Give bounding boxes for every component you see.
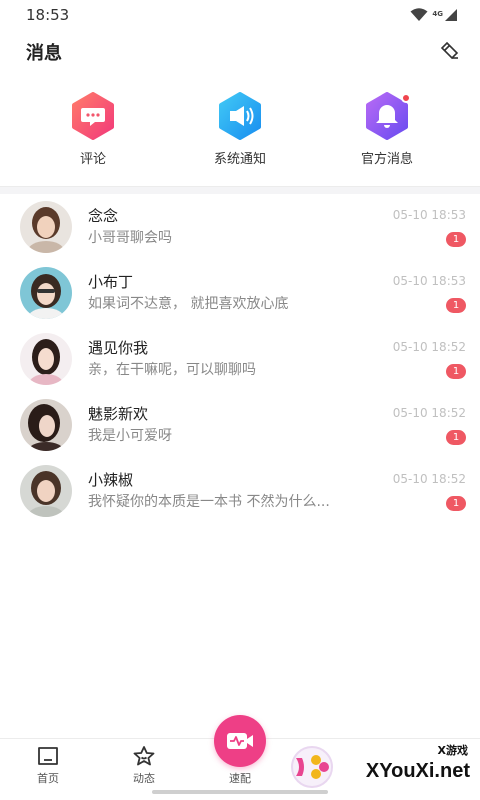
contact-name: 小布丁 [88, 273, 134, 291]
unread-dot [401, 93, 411, 103]
page-header: 消息 [0, 30, 480, 74]
quick-action-label: 评论 [79, 152, 106, 167]
quick-action-official-messages[interactable]: 官方消息 [322, 92, 452, 178]
message-row[interactable]: 小布丁 如果词不达意， 就把喜欢放心底 05-10 18:53 1 [0, 260, 480, 326]
quick-actions: 评论 系统通知 官方消息 [0, 74, 480, 178]
message-preview: 我怀疑你的本质是一本书 不然为什么... [88, 494, 330, 510]
message-time: 05-10 18:53 [392, 273, 466, 288]
avatar[interactable] [20, 333, 72, 385]
message-row[interactable]: 遇见你我 亲，在干嘛呢，可以聊聊吗 05-10 18:52 1 [0, 326, 480, 392]
speaker-icon [216, 92, 264, 140]
section-divider [0, 186, 480, 194]
page-title: 消息 [26, 43, 62, 64]
wifi-icon [410, 8, 428, 21]
message-row[interactable]: 念念 小哥哥聊会吗 05-10 18:53 1 [0, 194, 480, 260]
unread-badge: 1 [446, 495, 466, 511]
message-body: 念念 小哥哥聊会吗 [88, 205, 386, 249]
watermark-small-text: X游戏 [437, 744, 468, 757]
message-meta: 05-10 18:52 1 [386, 326, 466, 392]
unread-badge: 1 [446, 429, 466, 445]
avatar[interactable] [20, 267, 72, 319]
home-icon [38, 747, 58, 765]
gamepad-logo-icon [291, 746, 333, 788]
message-row[interactable]: 魅影新欢 我是小可爱呀 05-10 18:52 1 [0, 392, 480, 458]
message-meta: 05-10 18:52 1 [386, 458, 466, 524]
message-time: 05-10 18:52 [392, 405, 466, 420]
unread-badge: 1 [446, 363, 466, 379]
bell-icon [363, 92, 411, 140]
message-body: 小布丁 如果词不达意， 就把喜欢放心底 [88, 271, 386, 315]
avatar[interactable] [20, 201, 72, 253]
contact-name: 小辣椒 [88, 471, 134, 489]
unread-badge: 1 [446, 231, 466, 247]
comment-icon [69, 92, 117, 140]
message-preview: 我是小可爱呀 [88, 428, 172, 444]
network-type-label: 4G [432, 10, 443, 18]
quick-action-label: 系统通知 [213, 152, 266, 167]
tab-label: 速配 [229, 772, 251, 785]
message-preview: 亲，在干嘛呢，可以聊聊吗 [88, 362, 256, 378]
message-body: 小辣椒 我怀疑你的本质是一本书 不然为什么... [88, 469, 386, 513]
message-meta: 05-10 18:52 1 [386, 392, 466, 458]
message-time: 05-10 18:52 [392, 471, 466, 486]
message-list: 念念 小哥哥聊会吗 05-10 18:53 1 小布丁 如果词不达意， 就把喜欢… [0, 194, 480, 524]
tab-label: 动态 [133, 772, 155, 785]
contact-name: 魅影新欢 [88, 405, 149, 423]
message-row[interactable]: 小辣椒 我怀疑你的本质是一本书 不然为什么... 05-10 18:52 1 [0, 458, 480, 524]
status-bar: 18:53 4G [0, 0, 480, 30]
quick-action-label: 官方消息 [360, 152, 413, 167]
quick-action-system-notice[interactable]: 系统通知 [175, 92, 305, 178]
signal-icon [445, 9, 457, 21]
message-body: 魅影新欢 我是小可爱呀 [88, 403, 386, 447]
watermark-site-text: XYouXi.net [365, 760, 470, 782]
message-meta: 05-10 18:53 1 [386, 194, 466, 260]
message-preview: 如果词不达意， 就把喜欢放心底 [88, 296, 289, 312]
contact-name: 念念 [88, 207, 119, 225]
message-time: 05-10 18:53 [392, 207, 466, 222]
unread-badge: 1 [446, 297, 466, 313]
video-match-icon[interactable] [214, 715, 266, 767]
quick-action-comments[interactable]: 评论 [28, 92, 158, 178]
contact-name: 遇见你我 [88, 339, 149, 357]
avatar[interactable] [20, 399, 72, 451]
home-indicator [152, 790, 328, 794]
tab-label: 首页 [37, 772, 59, 785]
message-body: 遇见你我 亲，在干嘛呢，可以聊聊吗 [88, 337, 386, 381]
message-meta: 05-10 18:53 1 [386, 260, 466, 326]
tab-home[interactable]: 首页 [0, 739, 96, 800]
eraser-icon[interactable] [440, 40, 460, 64]
message-time: 05-10 18:52 [392, 339, 466, 354]
message-preview: 小哥哥聊会吗 [88, 230, 172, 246]
star-icon [133, 746, 155, 766]
status-time: 18:53 [26, 6, 70, 24]
status-icons: 4G [410, 8, 458, 22]
avatar[interactable] [20, 465, 72, 517]
